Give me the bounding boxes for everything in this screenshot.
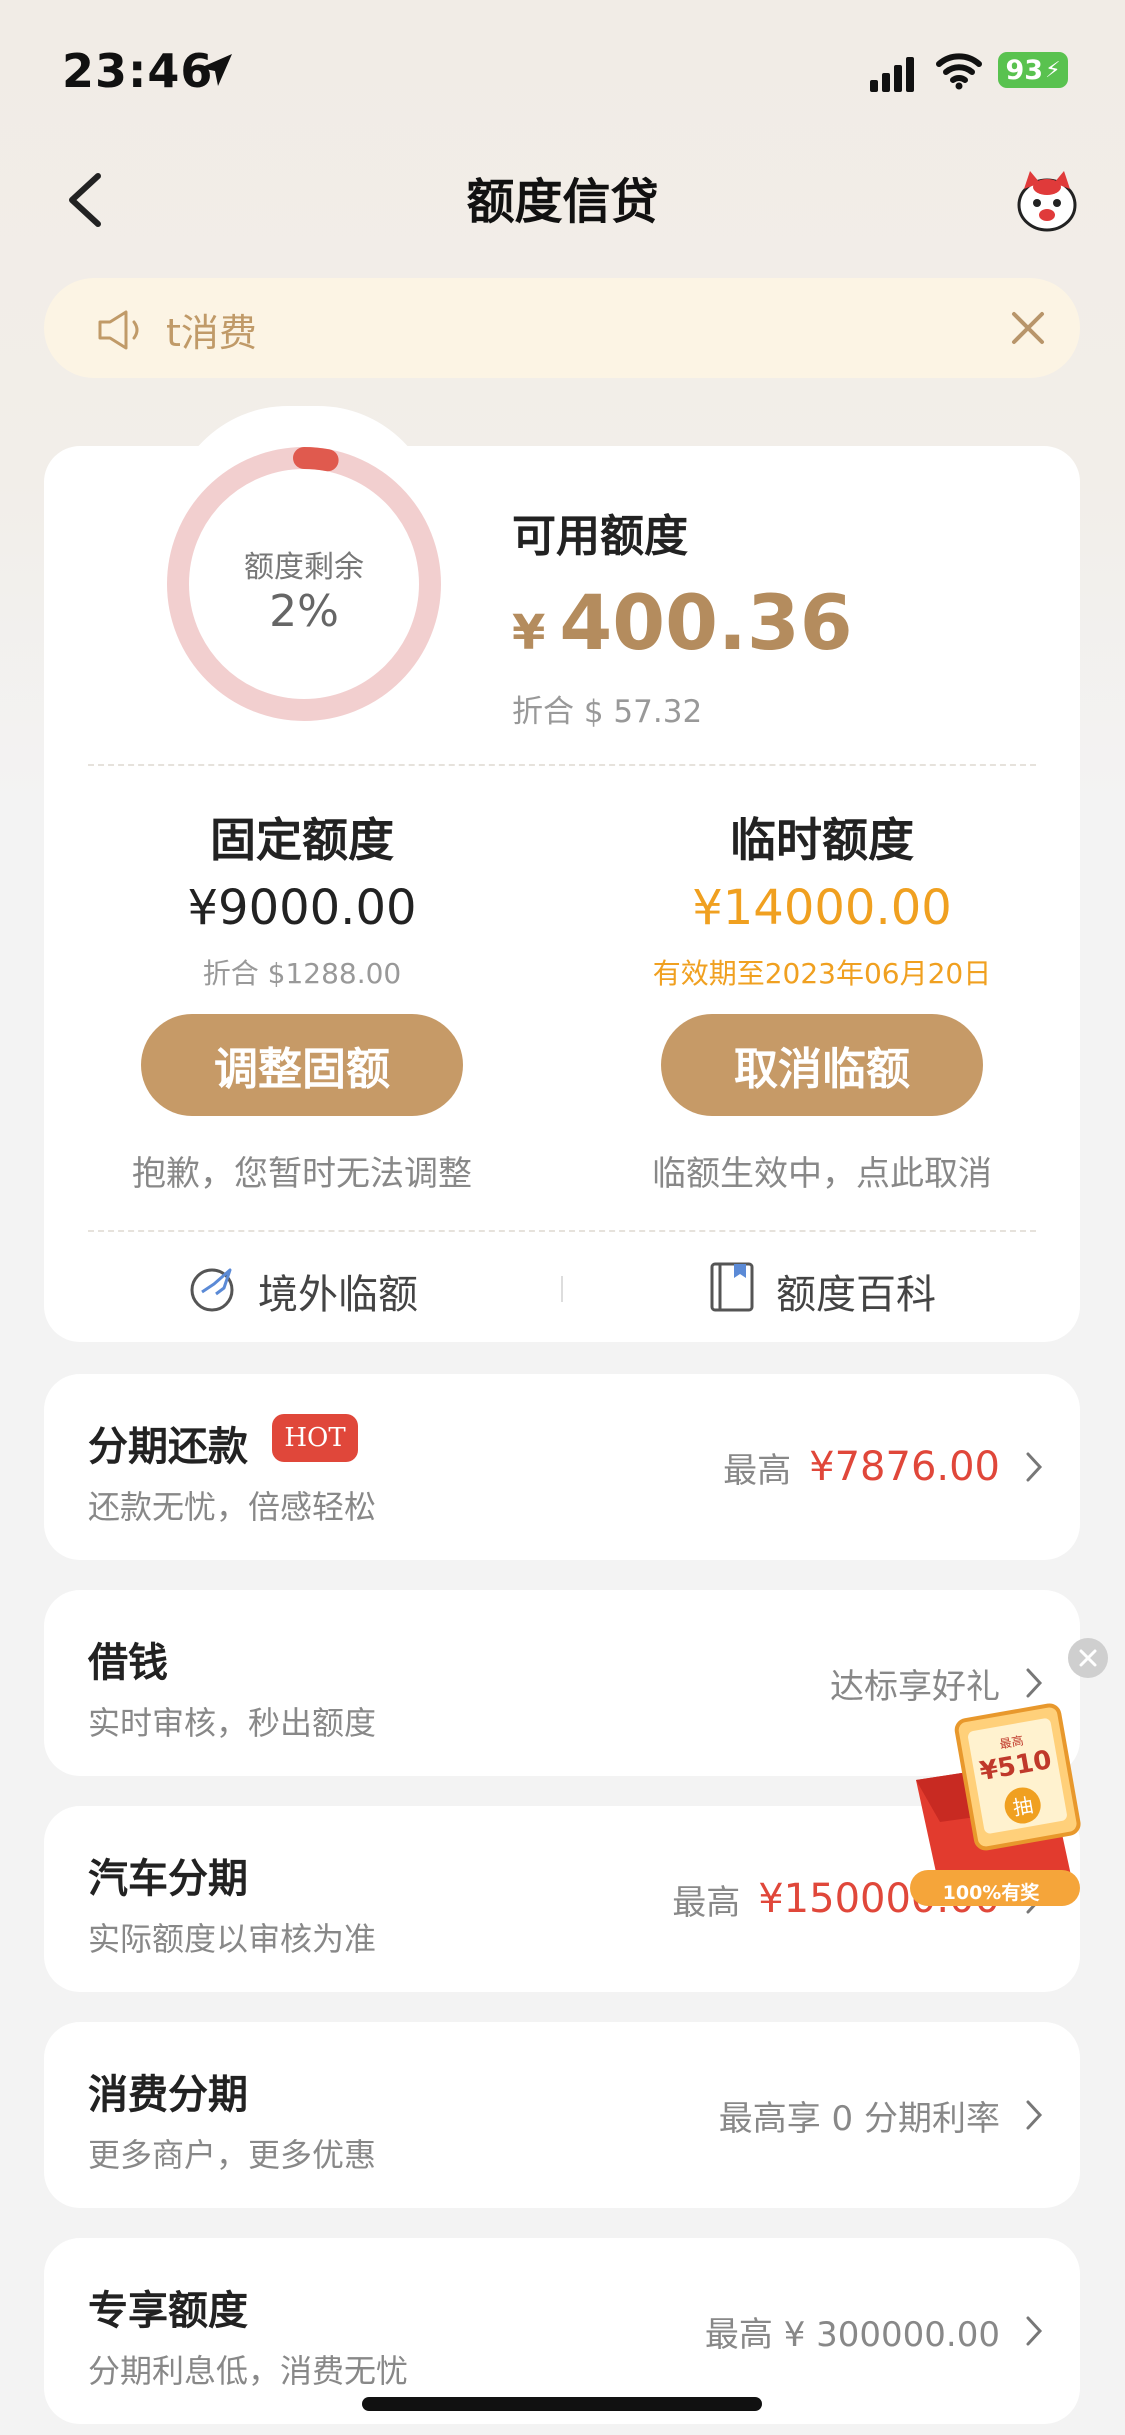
mascot-avatar-icon[interactable]	[1012, 165, 1082, 235]
adjust-fixed-quota-button[interactable]: 调整固额	[141, 1014, 463, 1116]
hot-badge: HOT	[272, 1414, 358, 1462]
speaker-icon	[98, 310, 139, 350]
product-subtitle: 实际额度以审核为准	[88, 1920, 377, 1958]
divider	[88, 764, 1036, 766]
status-time: 23:46	[62, 44, 214, 98]
product-card-consumer-installment[interactable]: 消费分期 更多商户，更多优惠 最高享 0 分期利率	[44, 2022, 1080, 2208]
cancel-temp-quota-button[interactable]: 取消临额	[661, 1014, 983, 1116]
available-quota-title: 可用额度	[512, 511, 688, 562]
product-title: 汽车分期	[88, 1856, 248, 1902]
product-title: 分期还款	[88, 1424, 248, 1470]
promo-label: 100%有奖	[942, 1882, 1040, 1904]
product-title: 消费分期	[88, 2072, 248, 2118]
chevron-right-icon	[1026, 1452, 1043, 1482]
product-subtitle: 实时审核，秒出额度	[88, 1704, 377, 1742]
ring-percent: 2%	[269, 586, 339, 637]
fixed-quota-amount: ¥9000.00	[187, 880, 417, 936]
product-title: 借钱	[88, 1640, 168, 1686]
fixed-quota-note: 抱歉，您暂时无法调整	[132, 1154, 472, 1194]
product-subtitle: 分期利息低，消费无忧	[88, 2352, 409, 2390]
chevron-right-icon	[1026, 2100, 1043, 2130]
product-right-prefix: 最高	[672, 1882, 741, 1923]
cellular-signal-icon	[870, 57, 914, 92]
close-icon	[1079, 1649, 1097, 1667]
battery-indicator: 93 ⚡	[998, 52, 1068, 88]
product-subtitle: 更多商户，更多优惠	[88, 2136, 377, 2174]
product-right-value: ¥7876.00	[809, 1444, 1000, 1490]
product-right-prefix: 最高享 0 分期利率	[718, 2098, 1000, 2139]
notice-text: t消费	[166, 311, 257, 355]
book-icon[interactable]	[708, 1260, 758, 1314]
product-right-info: 最高享 0 分期利率	[719, 2022, 1000, 2208]
fixed-quota-title: 固定额度	[210, 813, 394, 867]
currency-symbol: ¥	[512, 605, 546, 661]
promo-ticket-center: 抽	[1011, 1793, 1035, 1820]
product-right-prefix: 最高	[723, 1450, 792, 1491]
separator	[561, 1276, 563, 1302]
home-indicator	[362, 2397, 762, 2411]
notice-bar[interactable]: t消费	[44, 278, 1080, 378]
available-quota-conversion: 折合 $ 57.32	[512, 694, 703, 730]
temp-quota-amount: ¥14000.00	[692, 880, 952, 936]
promo-close-button[interactable]	[1068, 1638, 1108, 1678]
product-card-installment-repayment[interactable]: 分期还款 HOT 还款无忧，倍感轻松 最高 ¥7876.00	[44, 1374, 1080, 1560]
available-quota-amount: ¥400.36	[512, 578, 853, 667]
product-title: 专享额度	[88, 2288, 248, 2334]
temp-quota-title: 临时额度	[730, 813, 914, 867]
temp-quota-note[interactable]: 临额生效中，点此取消	[592, 1146, 1052, 1195]
page-title: 额度信贷	[466, 174, 659, 230]
close-icon[interactable]	[1006, 306, 1050, 350]
wifi-icon	[936, 53, 982, 90]
battery-level: 93	[1005, 54, 1044, 86]
overseas-temp-quota-link[interactable]: 境外临额	[258, 1262, 418, 1320]
chevron-right-icon	[1026, 2316, 1043, 2346]
quota-wiki-link[interactable]: 额度百科	[776, 1262, 936, 1320]
chevron-right-icon	[1026, 1668, 1043, 1698]
ring-label: 额度剩余	[244, 550, 364, 585]
fixed-quota-conversion: 折合 $1288.00	[202, 957, 402, 990]
temp-quota-validity: 有效期至2023年06月20日	[652, 957, 992, 990]
product-subtitle: 还款无忧，倍感轻松	[88, 1488, 377, 1526]
divider	[88, 1230, 1036, 1232]
product-right-prefix: 最高 ¥ 300000.00	[704, 2314, 1000, 2355]
location-arrow-icon	[200, 54, 232, 86]
available-amount-value: 400.36	[559, 578, 853, 667]
overseas-plane-icon[interactable]	[186, 1262, 238, 1314]
product-right-info: 最高 ¥7876.00	[723, 1374, 1000, 1560]
